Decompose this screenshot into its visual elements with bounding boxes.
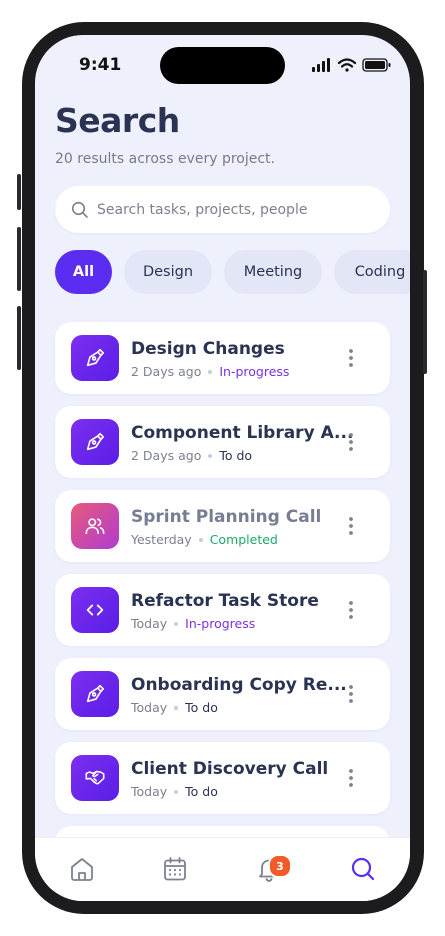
- status-bar: 9:41: [35, 35, 410, 95]
- more-options-icon[interactable]: [345, 430, 357, 454]
- signal-icon: [312, 58, 330, 72]
- more-options-icon[interactable]: [345, 346, 357, 370]
- filter-chip-all[interactable]: All: [55, 250, 112, 294]
- app-screen: 9:41 Search 20 results across every proj…: [35, 35, 410, 901]
- pen-tool-icon: [71, 671, 119, 717]
- battery-icon: [362, 58, 391, 72]
- card-title: Design Changes: [131, 339, 285, 359]
- card-meta: Yesterday Completed: [131, 532, 278, 547]
- more-options-icon[interactable]: [345, 514, 357, 538]
- card-meta: Today In-progress: [131, 616, 255, 631]
- filter-chips: All Design Meeting Coding: [55, 250, 410, 294]
- card-title: Component Library A...: [131, 423, 354, 443]
- filter-chip-design[interactable]: Design: [124, 250, 212, 294]
- status-label: In-progress: [185, 616, 256, 631]
- power-button: [423, 270, 427, 374]
- card-time: Yesterday: [131, 532, 192, 547]
- card-time: Today: [131, 784, 168, 799]
- more-options-icon[interactable]: [345, 766, 357, 790]
- card-title: Sprint Planning Call: [131, 507, 322, 527]
- home-icon[interactable]: [67, 854, 97, 884]
- search-icon[interactable]: [348, 854, 378, 884]
- dynamic-island: [160, 47, 285, 84]
- status-label: In-progress: [219, 364, 290, 379]
- card-meta: 2 Days ago In-progress: [131, 364, 289, 379]
- pen-tool-icon: [71, 419, 119, 465]
- result-card[interactable]: Onboarding Copy Re... Today To do: [55, 658, 390, 730]
- separator-dot: [208, 453, 213, 458]
- status-label: Completed: [209, 532, 278, 547]
- separator-dot: [174, 705, 179, 710]
- result-card[interactable]: Refactor Task Store Today In-progress: [55, 574, 390, 646]
- result-card[interactable]: Client Discovery Call Today To do: [55, 742, 390, 814]
- volume-up-button: [17, 227, 21, 291]
- status-label: To do: [185, 700, 218, 715]
- filter-chip-label: Meeting: [243, 264, 303, 280]
- separator-dot: [198, 537, 203, 542]
- more-options-icon[interactable]: [345, 598, 357, 622]
- card-title: Refactor Task Store: [131, 591, 319, 611]
- mute-switch: [17, 174, 21, 210]
- card-title: Onboarding Copy Re...: [131, 675, 347, 695]
- wifi-icon: [337, 58, 357, 72]
- handshake-icon: [71, 755, 119, 801]
- search-bar[interactable]: [55, 186, 390, 233]
- filter-chip-label: All: [72, 264, 95, 280]
- pen-tool-icon: [71, 335, 119, 381]
- search-icon: [71, 201, 88, 218]
- separator-dot: [208, 369, 213, 374]
- search-input[interactable]: [97, 186, 377, 233]
- status-label: To do: [219, 448, 253, 463]
- filter-chip-label: Coding: [354, 264, 406, 280]
- card-title: Client Discovery Call: [131, 759, 329, 779]
- status-icons: [312, 58, 391, 72]
- volume-down-button: [17, 306, 21, 370]
- filter-chip-meeting[interactable]: Meeting: [224, 250, 322, 294]
- card-time: 2 Days ago: [131, 448, 202, 463]
- result-card[interactable]: Design Changes 2 Days ago In-progress: [55, 322, 390, 394]
- card-meta: Today To do: [131, 700, 218, 715]
- card-meta: 2 Days ago To do: [131, 448, 252, 463]
- card-meta: Today To do: [131, 784, 218, 799]
- card-time: Today: [131, 616, 168, 631]
- calendar-icon[interactable]: [160, 854, 190, 884]
- separator-dot: [174, 789, 179, 794]
- card-time: 2 Days ago: [131, 364, 202, 379]
- notification-badge: 3: [268, 854, 292, 878]
- status-label: To do: [185, 784, 218, 799]
- result-card[interactable]: Sprint Planning Call Yesterday Completed: [55, 490, 390, 562]
- results-count: 20 results across every project.: [55, 151, 275, 167]
- filter-chip-coding[interactable]: Coding: [334, 250, 410, 294]
- users-icon: [71, 503, 119, 549]
- code-icon: [71, 587, 119, 633]
- separator-dot: [174, 621, 179, 626]
- more-options-icon[interactable]: [345, 682, 357, 706]
- result-card[interactable]: Component Library A... 2 Days ago To do: [55, 406, 390, 478]
- filter-chip-label: Design: [142, 264, 194, 280]
- status-time: 9:41: [79, 55, 122, 75]
- page-title: Search: [55, 101, 180, 140]
- card-time: Today: [131, 700, 168, 715]
- tab-bar: 3: [35, 837, 410, 901]
